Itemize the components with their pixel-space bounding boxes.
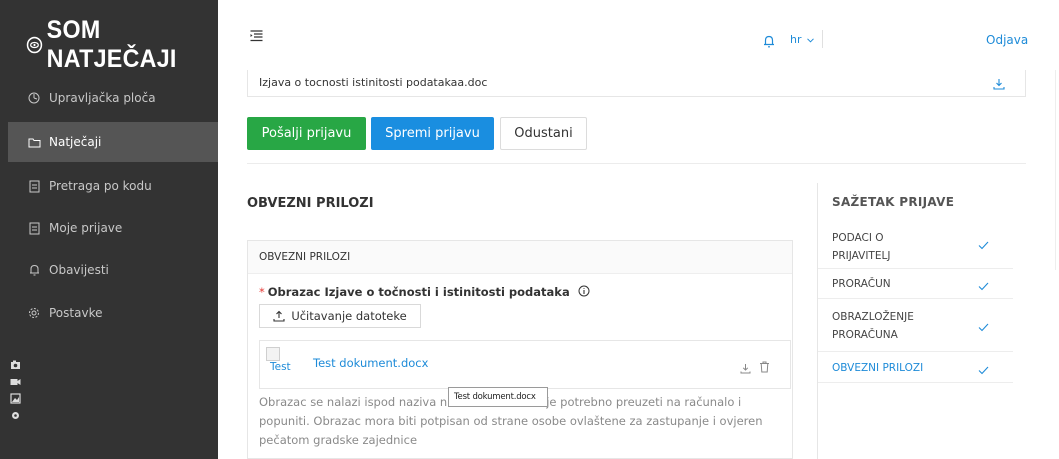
summary-item-label: PRIJAVITELJ (832, 250, 891, 262)
dashboard-icon (27, 91, 41, 105)
upload-icon (273, 310, 285, 322)
divider (247, 163, 1026, 164)
summary-title: SAŽETAK PRIJAVE (832, 195, 955, 209)
attachments-panel: OBVEZNI PRILOZI * Obrazac Izjave o točnos… (247, 240, 793, 459)
sidebar-item-postavke[interactable]: Postavke (0, 293, 218, 333)
sidebar-item-label: Pretraga po kodu (49, 179, 152, 193)
video-icon[interactable] (10, 372, 21, 385)
field-label-text: Obrazac Izjave o točnosti i istinitosti … (267, 285, 570, 299)
notifications-bell-icon[interactable] (763, 33, 775, 52)
upload-button-label: Učitavanje datoteke (291, 309, 407, 323)
camera-icon[interactable] (10, 355, 21, 369)
language-value: hr (790, 33, 802, 46)
document-icon (27, 179, 41, 193)
sidebar-item-moje-prijave[interactable]: Moje prijave (0, 208, 218, 248)
summary-item-label: OBRAZLOŽENJE (832, 311, 914, 323)
sidebar-item-dashboard[interactable]: Upravljačka ploča (0, 78, 218, 118)
summary-item-label: PODACI O (832, 232, 884, 244)
file-tooltip: Test dokument.docx (448, 387, 548, 407)
file-thumbnail-alt: Test (270, 361, 291, 373)
download-icon[interactable] (740, 359, 751, 378)
logo-text: SOM NATJEČAJI (46, 16, 177, 73)
sidebar-item-label: Natječaji (49, 135, 102, 149)
gear-icon (27, 306, 41, 320)
sidebar-item-pretraga[interactable]: Pretraga po kodu (0, 166, 218, 206)
sidebar-item-natjecaji[interactable]: Natječaji (0, 122, 218, 162)
sidebar-item-label: Upravljačka ploča (49, 91, 156, 105)
check-icon (978, 238, 989, 256)
language-selector[interactable]: hr (790, 33, 814, 46)
summary-item-label: PRORAČUN (832, 278, 891, 290)
header-divider (822, 30, 823, 48)
description-start: Obrazac se nalazi ispod naziva n (259, 395, 448, 409)
sidebar: SOM NATJEČAJI Upravljačka ploča Natječaj… (0, 0, 218, 459)
upload-file-button[interactable]: Učitavanje datoteke (259, 304, 421, 328)
chevron-down-icon (807, 37, 814, 43)
save-application-button[interactable]: Spremi prijavu (371, 117, 494, 150)
download-icon[interactable] (993, 75, 1005, 94)
sidebar-item-label: Moje prijave (49, 221, 123, 235)
screen-tools (8, 355, 22, 419)
summary-item-label: OBVEZNI PRILOZI (832, 362, 924, 374)
check-icon (978, 363, 989, 381)
settings-icon[interactable] (10, 406, 21, 419)
broken-image-icon (266, 347, 280, 361)
summary-item-budget[interactable]: PRORAČUN (818, 269, 1013, 299)
uploaded-file-card: Test Test dokument.docx (259, 340, 791, 389)
sidebar-item-label: Obavijesti (49, 263, 109, 277)
send-application-button[interactable]: Pošalji prijavu (247, 117, 366, 150)
check-icon (978, 279, 989, 297)
file-link[interactable]: Test dokument.docx (313, 356, 428, 370)
logout-link[interactable]: Odjava (986, 33, 1028, 47)
sidebar-item-obavijesti[interactable]: Obavijesti (0, 250, 218, 290)
uploaded-file-row: Izjava o tocnosti istinitosti podatakaa.… (247, 70, 1026, 97)
summary-item-label: PRORAČUNA (832, 329, 898, 341)
check-icon (978, 320, 989, 338)
image-icon[interactable] (9, 389, 21, 404)
document-icon (27, 221, 41, 235)
cancel-button[interactable]: Odustani (500, 117, 587, 150)
scroll-edge (1055, 70, 1056, 270)
menu-toggle-icon[interactable] (250, 27, 263, 46)
app-logo[interactable]: SOM NATJEČAJI (26, 16, 205, 73)
required-asterisk: * (259, 285, 265, 299)
section-title: OBVEZNI PRILOZI (247, 196, 374, 211)
folder-icon (27, 135, 41, 149)
summary-item-budget-justification[interactable]: OBRAZLOŽENJE PRORAČUNA (818, 299, 1013, 352)
bell-icon (27, 263, 41, 277)
panel-header: OBVEZNI PRILOZI (248, 241, 792, 274)
summary-item-attachments[interactable]: OBVEZNI PRILOZI (818, 352, 1013, 383)
required-field-label: * Obrazac Izjave o točnosti i istinitosti… (259, 285, 590, 300)
summary-item-applicant[interactable]: PODACI O PRIJAVITELJ (818, 226, 1013, 269)
sidebar-item-label: Postavke (49, 306, 103, 320)
top-bar: hr Odjava (218, 0, 1059, 74)
info-icon[interactable] (578, 285, 590, 300)
logo-icon (26, 36, 43, 54)
delete-icon[interactable] (759, 358, 770, 377)
file-name: Izjava o tocnosti istinitosti podatakaa.… (259, 76, 488, 89)
